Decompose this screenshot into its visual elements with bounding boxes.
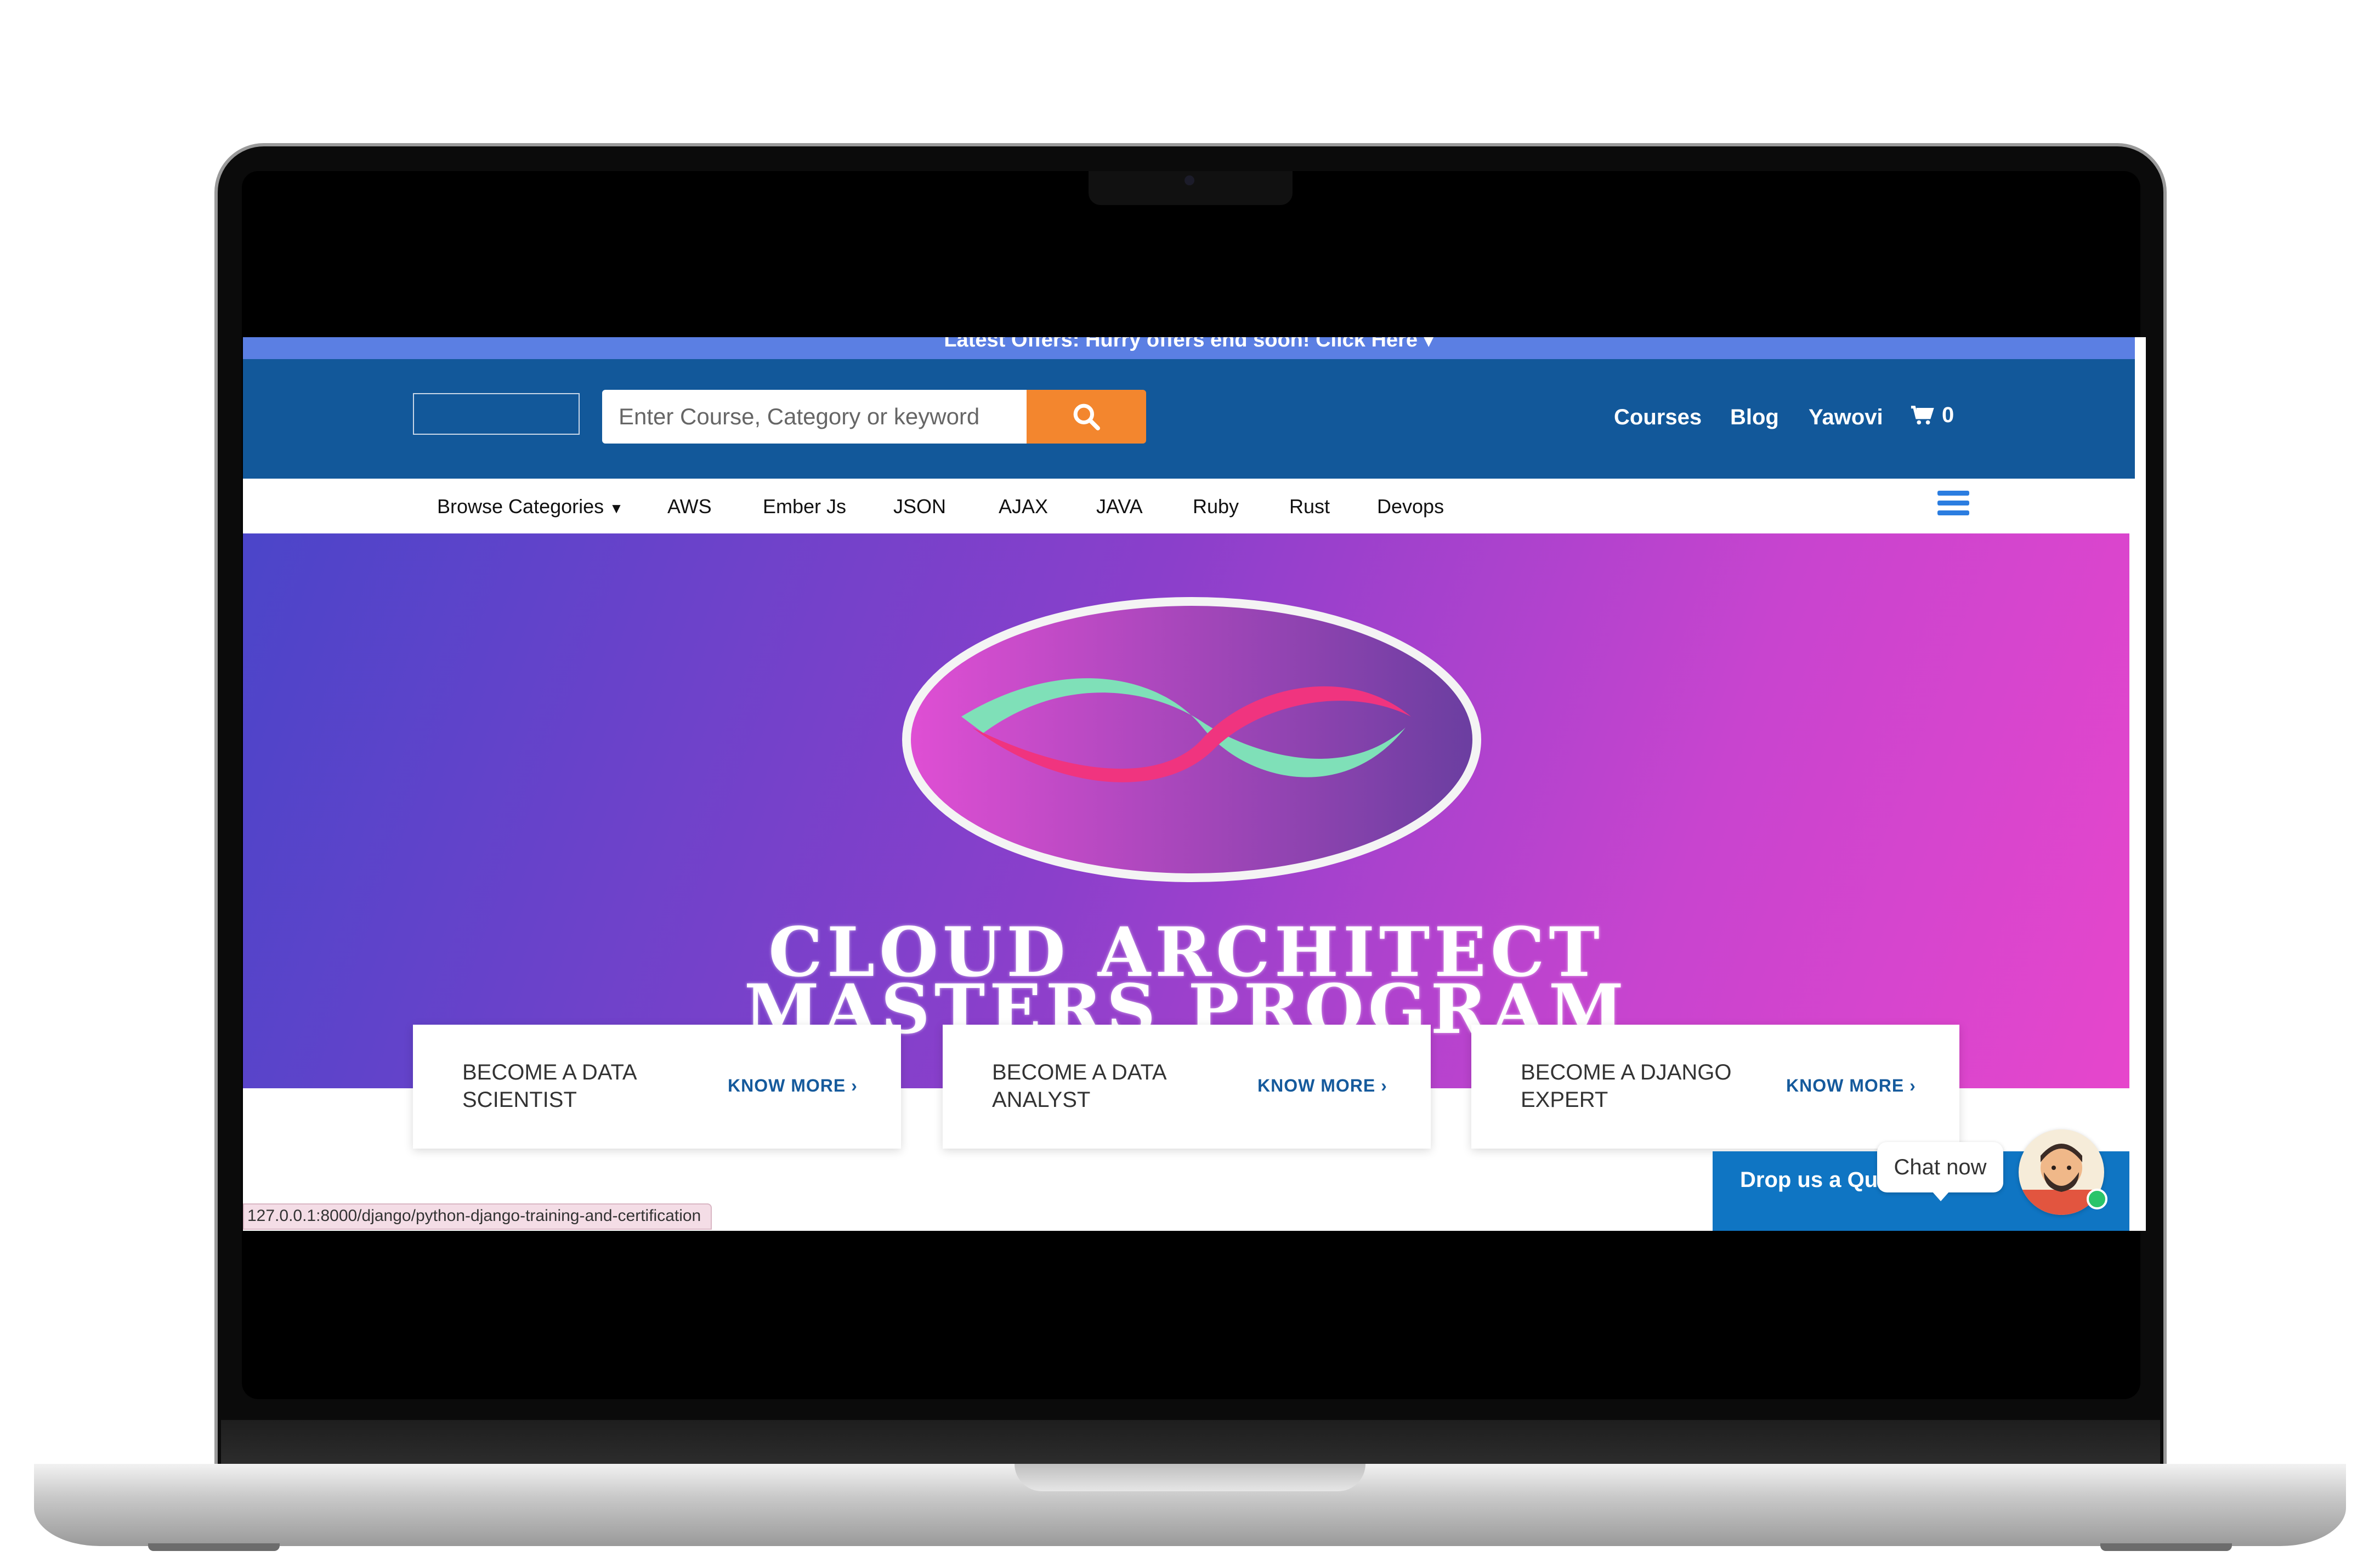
browse-categories-label: Browse Categories (437, 495, 604, 518)
nav-blog-link[interactable]: Blog (1730, 405, 1779, 430)
laptop-foot (148, 1543, 280, 1551)
chat-now-bubble[interactable]: Chat now (1877, 1142, 2003, 1201)
hero-banner[interactable]: CLOUD ARCHITECT MASTERS PROGRAM (243, 533, 2129, 1088)
category-link-json[interactable]: JSON (893, 495, 946, 518)
category-bar: Browse Categories ▼ AWS Ember Js JSON AJ… (243, 479, 2135, 533)
browser-viewport: Latest Offers: Hurry offers end soon! Cl… (243, 337, 2146, 1231)
hamburger-icon[interactable] (1937, 491, 1969, 519)
know-more-link[interactable]: KNOW MORE › (728, 1076, 858, 1096)
search-icon (1073, 404, 1100, 430)
search-input[interactable] (602, 390, 1027, 444)
chevron-right-icon: › (851, 1076, 858, 1095)
program-card-title: BECOME A DATA SCIENTIST (462, 1060, 636, 1112)
site-logo-broken-image[interactable] (413, 393, 580, 435)
camera-icon (1185, 175, 1194, 185)
category-link-ruby[interactable]: Ruby (1193, 495, 1239, 518)
program-card-title: BECOME A DATA ANALYST (992, 1060, 1166, 1112)
know-more-label: KNOW MORE (1786, 1076, 1905, 1095)
online-status-dot (2087, 1189, 2107, 1209)
offer-bar[interactable]: Latest Offers: Hurry offers end soon! Cl… (243, 337, 2135, 359)
category-link-rust[interactable]: Rust (1289, 495, 1330, 518)
program-card-title: BECOME A DJANGO EXPERT (1521, 1060, 1732, 1112)
category-link-devops[interactable]: Devops (1377, 495, 1444, 518)
nav-user-link[interactable]: Yawovi (1809, 405, 1883, 430)
cart-link[interactable]: 0 (1910, 403, 1954, 428)
program-card[interactable]: BECOME A DJANGO EXPERT KNOW MORE › (1471, 1025, 1959, 1149)
cart-count: 0 (1942, 403, 1954, 427)
infinity-logo (902, 597, 1481, 882)
know-more-label: KNOW MORE (1257, 1076, 1376, 1095)
program-card[interactable]: BECOME A DATA ANALYST KNOW MORE › (943, 1025, 1431, 1149)
know-more-link[interactable]: KNOW MORE › (1786, 1076, 1916, 1096)
nav-courses-link[interactable]: Courses (1614, 405, 1702, 430)
status-bar-url: 127.0.0.1:8000/django/python-django-trai… (243, 1203, 712, 1230)
category-link-aws[interactable]: AWS (667, 495, 712, 518)
site-header: Courses Blog Yawovi 0 (243, 359, 2135, 479)
browse-categories-dropdown[interactable]: Browse Categories ▼ (437, 495, 624, 518)
offer-text[interactable]: Latest Offers: Hurry offers end soon! Cl… (944, 337, 1418, 351)
know-more-link[interactable]: KNOW MORE › (1257, 1076, 1387, 1096)
category-link-emberjs[interactable]: Ember Js (763, 495, 846, 518)
laptop-base-notch (1015, 1464, 1365, 1491)
chevron-right-icon: › (1909, 1076, 1916, 1095)
search-button[interactable] (1027, 390, 1146, 444)
laptop-foot (2100, 1543, 2232, 1551)
chevron-down-icon: ▾ (1423, 337, 1434, 351)
chevron-right-icon: › (1381, 1076, 1387, 1095)
program-card[interactable]: BECOME A DATA SCIENTIST KNOW MORE › (413, 1025, 901, 1149)
category-link-ajax[interactable]: AJAX (999, 495, 1048, 518)
know-more-label: KNOW MORE (728, 1076, 846, 1095)
cart-icon (1911, 405, 1934, 424)
laptop-hinge (221, 1420, 2160, 1464)
category-link-java[interactable]: JAVA (1096, 495, 1143, 518)
chevron-down-icon: ▼ (609, 500, 624, 516)
drop-query-label: Drop us a Qu (1740, 1168, 1878, 1192)
